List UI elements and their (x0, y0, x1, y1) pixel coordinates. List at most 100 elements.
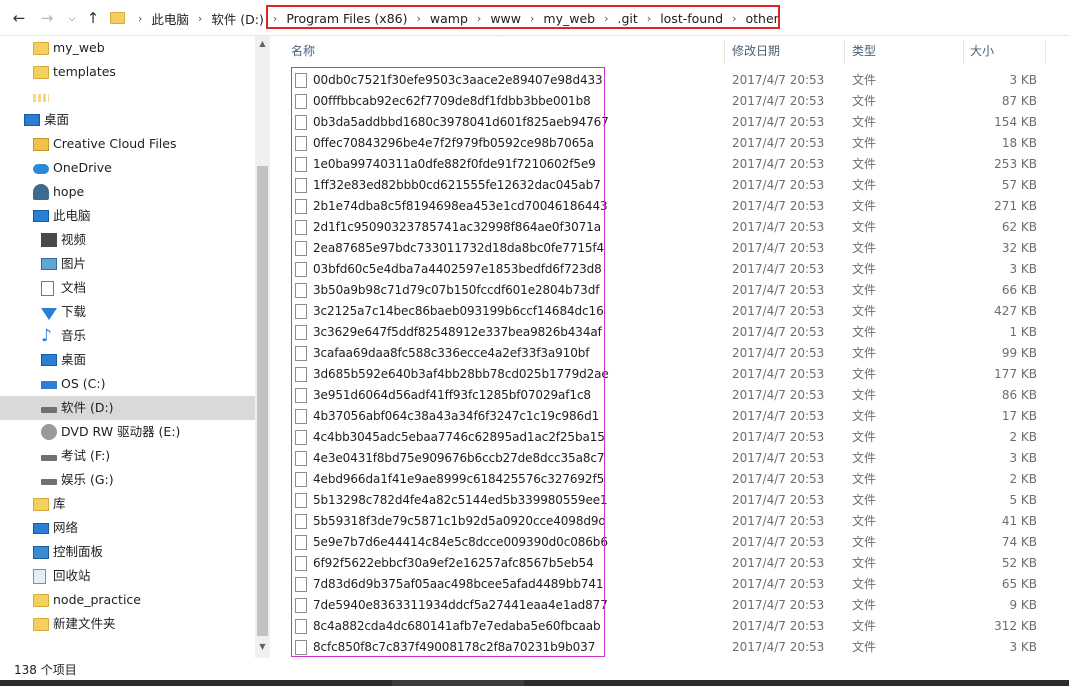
sidebar-item[interactable]: 此电脑 (0, 204, 255, 228)
file-row[interactable]: 1e0ba99740311a0dfe882f0fde91f7210602f5e9… (270, 154, 1069, 175)
file-row[interactable]: 6f92f5622ebbcf30a9ef2e16257afc8567b5eb54… (270, 553, 1069, 574)
column-header-type[interactable]: 类型 (852, 40, 876, 62)
file-row[interactable]: 3e951d6064d56adf41ff93fc1285bf07029af1c8… (270, 385, 1069, 406)
file-row[interactable]: 5e9e7b7d6e44414c84e5c8dcce009390d0c086b6… (270, 532, 1069, 553)
file-row[interactable]: 3b50a9b98c71d79c07b150fccdf601e2804b73df… (270, 280, 1069, 301)
file-list: ⌃ 名称 修改日期 类型 大小 00db0c7521f30efe9503c3aa… (270, 36, 1069, 658)
file-size: 2 KB (1009, 472, 1037, 486)
file-row[interactable]: 2d1f1c95090323785741ac32998f864ae0f3071a… (270, 217, 1069, 238)
computer-icon (33, 210, 49, 222)
file-name: 3b50a9b98c71d79c07b150fccdf601e2804b73df (313, 283, 600, 297)
file-row[interactable]: 7d83d6d9b375af05aac498bcee5afad4489bb741… (270, 574, 1069, 595)
file-row[interactable]: 7de5940e8363311934ddcf5a27441eaa4e1ad877… (270, 595, 1069, 616)
sidebar-item[interactable]: 桌面 (0, 108, 255, 132)
taskbar-strip (0, 680, 1069, 686)
navigation-pane: my_web templates 桌面 Creative Cloud Files One… (0, 36, 270, 658)
sidebar-item-label: my_web (53, 40, 105, 55)
file-row[interactable]: 4c4bb3045adc5ebaa7746c62895ad1ac2f25ba15… (270, 427, 1069, 448)
sidebar-item[interactable]: 下载 (0, 300, 255, 324)
file-row[interactable]: 8c4a882cda4dc680141afb7e7edaba5e60fbcaab… (270, 616, 1069, 637)
sidebar-item[interactable]: 软件 (D:) (0, 396, 255, 420)
back-arrow-icon[interactable]: ← (9, 8, 29, 28)
file-row[interactable]: 4e3e0431f8bd75e909676b6ccb27de8dcc35a8c7… (270, 448, 1069, 469)
column-divider[interactable] (844, 40, 845, 64)
chevron-right-icon[interactable]: › (131, 12, 149, 25)
sidebar-item[interactable]: OS (C:) (0, 372, 255, 396)
file-row[interactable]: 00fffbbcab92ec62f7709de8df1fdbb3bbe001b8… (270, 91, 1069, 112)
recent-locations-chevron-icon[interactable]: ⌵ (62, 9, 82, 29)
sidebar-item[interactable]: 新建文件夹 (0, 612, 255, 636)
file-name: 3e951d6064d56adf41ff93fc1285bf07029af1c8 (313, 388, 591, 402)
sidebar-item[interactable]: templates (0, 60, 255, 84)
file-row[interactable]: 0b3da5addbbd1680c3978041d601f825aeb94767… (270, 112, 1069, 133)
sidebar-item[interactable]: 回收站 (0, 564, 255, 588)
file-row[interactable]: 3c3629e647f5ddf82548912e337bea9826b434af… (270, 322, 1069, 343)
sidebar-item[interactable]: 网络 (0, 516, 255, 540)
file-row[interactable]: 00db0c7521f30efe9503c3aace2e89407e98d433… (270, 70, 1069, 91)
file-type: 文件 (852, 304, 877, 318)
file-row[interactable]: 2ea87685e97bdc733011732d18da8bc0fe7715f4… (270, 238, 1069, 259)
file-date: 2017/4/7 20:53 (732, 409, 825, 423)
file-row[interactable]: 3cafaa69daa8fc588c336ecce4a2ef33f3a910bf… (270, 343, 1069, 364)
sidebar-item[interactable]: 视频 (0, 228, 255, 252)
sidebar-item[interactable]: node_practice (0, 588, 255, 612)
file-name: 8c4a882cda4dc680141afb7e7edaba5e60fbcaab (313, 619, 601, 633)
column-header-name[interactable]: 名称 (291, 40, 315, 62)
scroll-thumb[interactable] (257, 166, 268, 636)
file-name: 8cfc850f8c7c837f49008178c2f8a70231b9b037 (313, 640, 596, 654)
file-row[interactable]: 0ffec70843296be4e7f2f979fb0592ce98b7065a… (270, 133, 1069, 154)
file-row[interactable]: 3d685b592e640b3af4bb28bb78cd025b1779d2ae… (270, 364, 1069, 385)
file-row[interactable]: 03bfd60c5e4dba7a4402597e1853bedfd6f723d8… (270, 259, 1069, 280)
file-size: 3 KB (1009, 262, 1037, 276)
sidebar-item[interactable]: 库 (0, 492, 255, 516)
file-name: 5b59318f3de79c5871c1b92d5a0920cce4098d9d (313, 514, 606, 528)
file-icon (295, 472, 307, 487)
sidebar-item[interactable]: 娱乐 (G:) (0, 468, 255, 492)
sidebar-item[interactable] (0, 84, 255, 108)
column-divider[interactable] (724, 40, 725, 64)
sidebar-item[interactable]: 文档 (0, 276, 255, 300)
file-row[interactable]: 5b59318f3de79c5871c1b92d5a0920cce4098d9d… (270, 511, 1069, 532)
forward-arrow-icon[interactable]: → (37, 8, 57, 28)
file-type: 文件 (852, 640, 877, 654)
sidebar-item[interactable]: 控制面板 (0, 540, 255, 564)
file-icon (295, 157, 307, 172)
chevron-right-icon[interactable]: › (191, 12, 209, 25)
scroll-down-arrow-icon[interactable]: ▼ (255, 642, 270, 654)
file-row[interactable]: 8cfc850f8c7c837f49008178c2f8a70231b9b037… (270, 637, 1069, 658)
sidebar-item[interactable]: DVD RW 驱动器 (E:) (0, 420, 255, 444)
file-row[interactable]: 3c2125a7c14bec86baeb093199b6ccf14684dc16… (270, 301, 1069, 322)
folder-icon (33, 594, 49, 607)
sidebar-item[interactable]: 图片 (0, 252, 255, 276)
file-type: 文件 (852, 241, 877, 255)
sidebar-item[interactable]: OneDrive (0, 156, 255, 180)
library-icon (33, 498, 49, 511)
file-row[interactable]: 2b1e74dba8c5f8194698ea453e1cd70046186443… (270, 196, 1069, 217)
column-divider[interactable] (1045, 40, 1046, 64)
sidebar-item[interactable]: 考试 (F:) (0, 444, 255, 468)
file-row[interactable]: 4ebd966da1f41e9ae8999c618425576c327692f5… (270, 469, 1069, 490)
sidebar-item[interactable]: hope (0, 180, 255, 204)
file-size: 312 KB (994, 619, 1037, 633)
column-header-size[interactable]: 大小 (970, 40, 994, 62)
scroll-up-arrow-icon[interactable]: ▲ (255, 39, 270, 51)
file-row[interactable]: 5b13298c782d4fe4a82c5144ed5b339980559ee1… (270, 490, 1069, 511)
sidebar-item[interactable]: 桌面 (0, 348, 255, 372)
breadcrumb-item[interactable]: 软件 (D:) (209, 9, 266, 28)
sidebar-item[interactable]: Creative Cloud Files (0, 132, 255, 156)
sidebar-item[interactable]: my_web (0, 36, 255, 60)
nav-scrollbar[interactable]: ▲ ▼ (255, 36, 270, 658)
breadcrumb-item[interactable]: 此电脑 (149, 9, 191, 28)
file-date: 2017/4/7 20:53 (732, 619, 825, 633)
sidebar-item-label: hope (53, 184, 85, 199)
file-row[interactable]: 4b37056abf064c38a43a34f6f3247c1c19c986d1… (270, 406, 1069, 427)
sidebar-item-label: templates (53, 64, 116, 79)
column-header-date[interactable]: 修改日期 (732, 40, 780, 62)
music-icon: ♪ (41, 326, 52, 346)
up-arrow-icon[interactable]: ↑ (83, 8, 103, 28)
file-type: 文件 (852, 115, 877, 129)
file-date: 2017/4/7 20:53 (732, 199, 825, 213)
sidebar-item[interactable]: ♪ 音乐 (0, 324, 255, 348)
column-divider[interactable] (963, 40, 964, 64)
file-row[interactable]: 1ff32e83ed82bbb0cd621555fe12632dac045ab7… (270, 175, 1069, 196)
